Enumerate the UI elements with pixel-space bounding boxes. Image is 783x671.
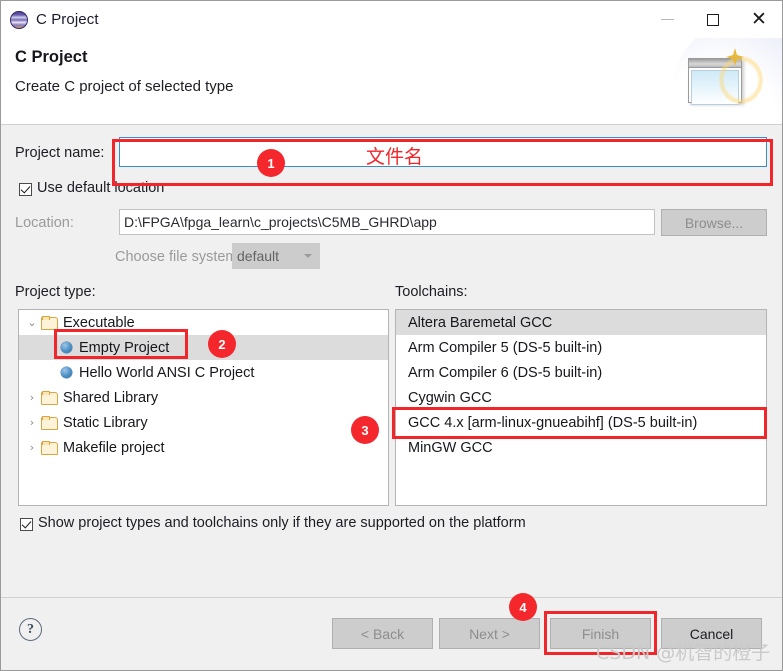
toolchain-label-text: Cygwin GCC xyxy=(408,389,492,406)
project-template-icon xyxy=(61,342,72,353)
page-subtitle: Create C project of selected type xyxy=(15,78,234,95)
browse-button[interactable]: Browse... xyxy=(661,209,767,236)
annotation-badge-4: 4 xyxy=(509,593,537,621)
wizard-banner-icon xyxy=(664,38,782,123)
folder-icon xyxy=(41,416,58,430)
project-type-row[interactable]: Hello World ANSI C Project xyxy=(19,360,388,385)
page-title: C Project xyxy=(15,48,88,66)
folder-icon xyxy=(41,391,58,405)
use-default-location-checkbox[interactable] xyxy=(19,183,32,196)
toolchain-row[interactable]: Arm Compiler 6 (DS-5 built-in) xyxy=(396,360,766,385)
project-template-icon xyxy=(61,367,72,378)
choose-file-system-label: Choose file system: xyxy=(115,249,242,265)
annotation-badge-2: 2 xyxy=(208,330,236,358)
file-system-value: default xyxy=(237,248,280,264)
maximize-button[interactable] xyxy=(690,1,736,38)
toolchain-row[interactable]: GCC 4.x [arm-linux-gnueabihf] (DS-5 buil… xyxy=(396,410,766,435)
toolchain-label-text: Arm Compiler 6 (DS-5 built-in) xyxy=(408,364,603,381)
project-type-row[interactable]: Empty Project xyxy=(19,335,388,360)
show-supported-label: Show project types and toolchains only i… xyxy=(38,515,526,531)
toolchains-label: Toolchains: xyxy=(395,284,468,300)
project-type-tree[interactable]: ⌄ Executable Empty Project Hello World ANSI… xyxy=(18,309,389,506)
project-type-row[interactable]: › Shared Library xyxy=(19,385,388,410)
window-title: C Project xyxy=(36,11,99,28)
project-type-label-text: Makefile project xyxy=(63,439,165,456)
toolchain-label-text: MinGW GCC xyxy=(408,439,493,456)
project-type-label: Project type: xyxy=(15,284,96,300)
project-type-row[interactable]: › Static Library xyxy=(19,410,388,435)
chevron-right-icon[interactable]: › xyxy=(23,441,41,454)
watermark: CSDN @机智的橙子 xyxy=(596,642,771,664)
toolchain-row[interactable]: MinGW GCC xyxy=(396,435,766,460)
location-label: Location: xyxy=(15,215,74,231)
help-icon[interactable]: ? xyxy=(19,618,42,641)
toolchains-list[interactable]: Altera Baremetal GCC Arm Compiler 5 (DS-5… xyxy=(395,309,767,506)
project-type-row[interactable]: › Makefile project xyxy=(19,435,388,460)
toolchain-label-text: GCC 4.x [arm-linux-gnueabihf] (DS-5 buil… xyxy=(408,414,698,431)
toolchain-label-text: Altera Baremetal GCC xyxy=(408,314,553,331)
project-name-input[interactable] xyxy=(119,137,767,167)
annotation-note-project-name: 文件名 xyxy=(366,146,424,168)
close-button[interactable]: ✕ xyxy=(736,1,782,38)
toolchain-row[interactable]: Altera Baremetal GCC xyxy=(396,310,766,335)
file-system-select[interactable]: default xyxy=(232,243,320,269)
toolchain-row[interactable]: Arm Compiler 5 (DS-5 built-in) xyxy=(396,335,766,360)
folder-icon xyxy=(41,316,58,330)
wizard-header: C Project Create C project of selected t… xyxy=(1,38,782,125)
toolchain-row[interactable]: Cygwin GCC xyxy=(396,385,766,410)
project-type-label-text: Empty Project xyxy=(79,339,170,356)
project-type-label-text: Hello World ANSI C Project xyxy=(79,364,255,381)
toolchain-label-text: Arm Compiler 5 (DS-5 built-in) xyxy=(408,339,603,356)
title-bar: C Project ✕ xyxy=(1,1,782,38)
window-controls: ✕ xyxy=(644,1,782,38)
show-supported-checkbox[interactable] xyxy=(20,518,33,531)
wizard-body: Project name: Use default location Locat… xyxy=(1,125,782,597)
minimize-button[interactable] xyxy=(644,1,690,38)
project-type-label-text: Shared Library xyxy=(63,389,159,406)
annotation-badge-3: 3 xyxy=(351,416,379,444)
project-type-label-text: Executable xyxy=(63,314,135,331)
project-type-label-text: Static Library xyxy=(63,414,148,431)
location-input[interactable]: D:\FPGA\fpga_learn\c_projects\C5MB_GHRD\… xyxy=(119,209,655,235)
minimize-icon xyxy=(660,19,674,20)
close-icon: ✕ xyxy=(751,8,767,30)
chevron-down-icon xyxy=(304,254,312,258)
maximize-icon xyxy=(707,13,719,26)
project-name-label: Project name: xyxy=(15,145,105,161)
c-project-wizard-dialog: C Project ✕ C Project Create C project o… xyxy=(0,0,783,671)
chevron-right-icon[interactable]: › xyxy=(23,416,41,429)
eclipse-icon xyxy=(10,10,28,29)
next-button[interactable]: Next > xyxy=(439,618,540,649)
chevron-right-icon[interactable]: › xyxy=(23,391,41,404)
use-default-location-label: Use default location xyxy=(37,180,165,196)
back-button[interactable]: < Back xyxy=(332,618,433,649)
annotation-badge-1: 1 xyxy=(257,149,285,177)
project-type-row[interactable]: ⌄ Executable xyxy=(19,310,388,335)
chevron-down-icon[interactable]: ⌄ xyxy=(23,316,41,329)
folder-icon xyxy=(41,441,58,455)
